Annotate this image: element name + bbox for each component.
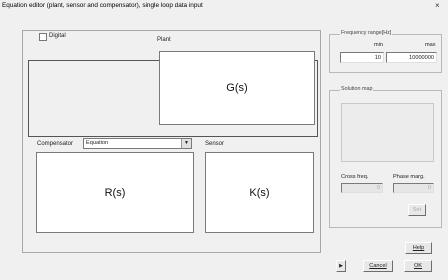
solution-map-area xyxy=(341,103,434,162)
help-button-label: Help xyxy=(412,245,425,251)
arrow-button[interactable]: ▶ xyxy=(336,260,346,272)
frequency-min-field[interactable]: 10 xyxy=(340,52,384,63)
sensor-label: Sensor xyxy=(205,141,225,147)
compensator-block[interactable]: R(s) xyxy=(36,152,194,233)
loop-wire-bottom xyxy=(28,136,318,137)
phase-marg-field: 0 xyxy=(393,183,434,193)
phase-marg-label: Phase marg. xyxy=(393,174,425,180)
plant-label: Plant xyxy=(157,37,171,43)
loop-wire-left xyxy=(28,60,29,136)
plant-block[interactable]: G(s) xyxy=(159,51,315,125)
solution-map-legend: Solution map xyxy=(340,86,374,92)
frequency-max-label: max xyxy=(425,42,436,48)
compensator-selected: Equation xyxy=(86,140,109,146)
help-button[interactable]: Help xyxy=(405,242,432,254)
sensor-block[interactable]: K(s) xyxy=(205,152,314,233)
frequency-max-field[interactable]: 10000000 xyxy=(386,52,437,63)
frequency-range-legend: Frequency range[Hz] xyxy=(340,30,393,36)
set-button[interactable]: Set xyxy=(408,204,426,216)
ok-button-label: OK xyxy=(413,263,423,269)
cancel-button-label: Cancel xyxy=(369,263,387,269)
close-icon[interactable]: × xyxy=(435,1,440,10)
compensator-select[interactable]: Equation ▼ xyxy=(83,138,192,149)
compensator-label: Compensator xyxy=(37,141,74,147)
chevron-down-icon[interactable]: ▼ xyxy=(181,139,191,148)
window-title: Equation editor (plant, sensor and compe… xyxy=(2,2,203,9)
cancel-button[interactable]: Cancel xyxy=(363,260,393,272)
frequency-min-label: min xyxy=(374,42,384,48)
cross-freq-field: 0 xyxy=(341,183,383,193)
loop-wire-right xyxy=(317,60,318,136)
ok-button[interactable]: OK xyxy=(404,260,432,272)
cross-freq-label: Cross freq. xyxy=(341,174,369,180)
loop-wire-top xyxy=(28,60,159,61)
play-icon: ▶ xyxy=(339,263,343,269)
